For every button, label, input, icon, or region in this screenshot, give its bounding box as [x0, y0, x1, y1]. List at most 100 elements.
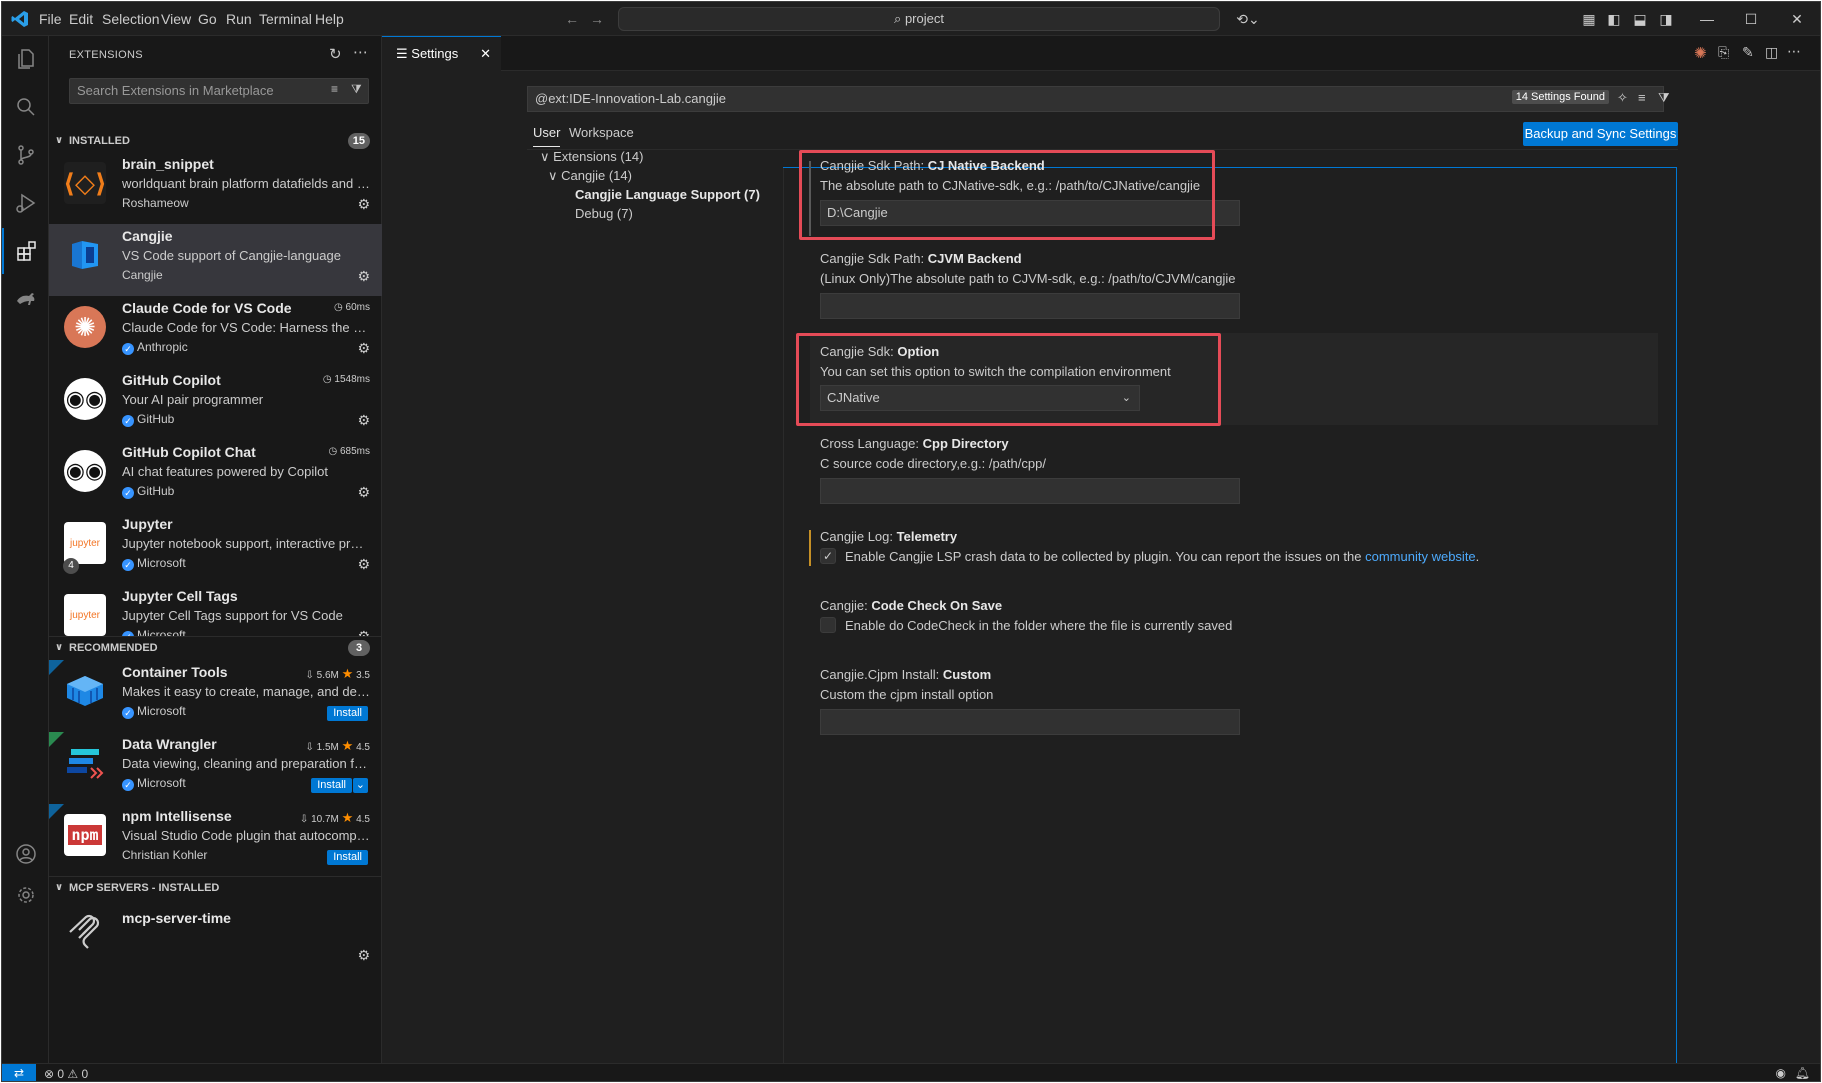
open-settings-json-icon[interactable]: ⎘: [1718, 44, 1729, 61]
list-item-jupyter[interactable]: jupyter 4 Jupyter Jupyter notebook suppo…: [49, 512, 382, 584]
manage-gear-icon[interactable]: ⚙: [357, 484, 370, 501]
menu-view[interactable]: View: [161, 11, 191, 27]
error-icon: ⊗: [44, 1067, 58, 1081]
tab-settings[interactable]: ☰ Settings ✕: [382, 36, 501, 71]
menu-run[interactable]: Run: [226, 11, 252, 27]
run-debug-icon[interactable]: [2, 180, 49, 226]
toc-cangjie[interactable]: ∨ Cangjie (14): [548, 168, 632, 184]
source-control-icon[interactable]: [2, 132, 49, 178]
recommended-star-icon: [49, 660, 64, 675]
toc-debug[interactable]: Debug (7): [575, 206, 633, 221]
toggle-secondary-sidebar-icon[interactable]: ◨: [1657, 10, 1675, 28]
manage-gear-icon[interactable]: [2, 872, 49, 918]
menu-help[interactable]: Help: [315, 11, 344, 27]
code-check-checkbox[interactable]: [820, 617, 836, 633]
forward-arrow-icon[interactable]: →: [588, 10, 606, 28]
ai-search-icon[interactable]: ✧: [1617, 90, 1628, 106]
install-dropdown-chevron-icon[interactable]: ⌄: [352, 778, 368, 793]
extension-name: mcp-server-time: [122, 910, 231, 926]
manage-gear-icon[interactable]: ⚙: [357, 947, 370, 964]
highlight-box: [796, 333, 1221, 426]
list-item-container-tools[interactable]: Container Tools ⇩ 5.6M ★ 3.5 Makes it ea…: [49, 660, 382, 732]
install-button[interactable]: Install: [327, 850, 368, 865]
copilot-icon[interactable]: ⟲⌄: [1232, 10, 1264, 28]
command-center-search[interactable]: ⌕ project: [618, 7, 1220, 31]
remote-indicator-icon[interactable]: ⇄: [2, 1064, 36, 1081]
setting-title: Cangjie.Cjpm Install: Custom: [820, 667, 992, 682]
split-editor-icon[interactable]: ◫: [1765, 44, 1778, 61]
list-item-brain-snippet[interactable]: ⟨◇⟩ brain_snippet worldquant brain platf…: [49, 152, 382, 224]
cjpm-install-input[interactable]: [820, 709, 1240, 735]
menu-go[interactable]: Go: [198, 11, 217, 27]
list-item-cangjie[interactable]: Cangjie VS Code support of Cangjie-langu…: [49, 224, 382, 296]
install-button[interactable]: Install: [311, 778, 352, 793]
manage-gear-icon[interactable]: ⚙: [357, 628, 370, 636]
list-item-jupyter-cell-tags[interactable]: jupyter Jupyter Cell Tags Jupyter Cell T…: [49, 584, 382, 636]
filter-icon[interactable]: ⧩: [351, 82, 362, 97]
installed-section-header[interactable]: ∨ INSTALLED 15: [49, 130, 382, 152]
community-website-link[interactable]: community website: [1365, 549, 1476, 564]
more-actions-icon[interactable]: ⋯: [1787, 43, 1801, 60]
setting-title: Cross Language: Cpp Directory: [820, 436, 1009, 451]
extension-name: Jupyter: [122, 516, 173, 532]
star-icon: ★: [341, 738, 354, 753]
toggle-panel-icon[interactable]: ⬓: [1631, 10, 1649, 28]
maximize-icon[interactable]: ☐: [1742, 10, 1760, 28]
customize-layout-icon[interactable]: ▦: [1580, 10, 1598, 28]
close-window-icon[interactable]: ✕: [1788, 10, 1806, 28]
toc-extensions[interactable]: ∨ Extensions (14): [540, 149, 643, 165]
extension-description: Makes it easy to create, manage, and deb…: [122, 684, 370, 699]
accounts-icon[interactable]: [2, 831, 49, 877]
back-arrow-icon[interactable]: ←: [563, 10, 581, 28]
verified-icon: ✓: [122, 779, 134, 791]
backup-sync-button[interactable]: Backup and Sync Settings: [1523, 122, 1678, 146]
extensions-search-input[interactable]: Search Extensions in Marketplace: [69, 78, 369, 104]
list-item-npm-intellisense[interactable]: npm npm Intellisense ⇩ 10.7M ★ 4.5 Visua…: [49, 804, 382, 876]
refresh-icon[interactable]: ↻: [329, 45, 342, 63]
clear-filter-icon[interactable]: ≡: [331, 82, 338, 96]
tab-user[interactable]: User: [533, 123, 561, 147]
notifications-bell-icon[interactable]: 🔔︎: [1795, 1066, 1810, 1080]
list-item-github-copilot[interactable]: ◉◉ GitHub Copilot ◷ 1548ms Your AI pair …: [49, 368, 382, 440]
claude-action-icon[interactable]: ✺: [1694, 44, 1707, 62]
manage-gear-icon[interactable]: ⚙: [357, 412, 370, 429]
manage-gear-icon[interactable]: ⚙: [357, 268, 370, 285]
copilot-status-icon[interactable]: ◉: [1776, 1066, 1786, 1080]
menu-selection[interactable]: Selection: [102, 11, 160, 27]
problems-indicator[interactable]: ⊗ 0 ⚠ 0: [44, 1067, 88, 1081]
extensions-icon[interactable]: [2, 228, 49, 274]
explorer-icon[interactable]: [2, 36, 49, 82]
menu-file[interactable]: File: [39, 11, 62, 27]
close-tab-icon[interactable]: ✕: [480, 37, 491, 71]
menu-terminal[interactable]: Terminal: [259, 11, 312, 27]
recommended-label: RECOMMENDED: [69, 642, 158, 654]
more-actions-icon[interactable]: ⋯: [353, 43, 368, 61]
cjvm-path-input[interactable]: [820, 293, 1240, 319]
search-activity-icon[interactable]: [2, 84, 49, 130]
list-item-mcp-server-time[interactable]: mcp-server-time ⚙: [49, 902, 382, 974]
list-item-data-wrangler[interactable]: Data Wrangler ⇩ 1.5M ★ 4.5 Data viewing,…: [49, 732, 382, 804]
recommended-star-icon: [49, 732, 64, 747]
vscode-window: File Edit Selection View Go Run Terminal…: [1, 1, 1821, 1082]
toggle-primary-sidebar-icon[interactable]: ◧: [1605, 10, 1623, 28]
manage-gear-icon[interactable]: ⚙: [357, 196, 370, 213]
extension-publisher: Roshameow: [122, 196, 189, 210]
clear-filter-icon[interactable]: ≡: [1638, 90, 1646, 105]
toc-cangjie-language-support[interactable]: Cangjie Language Support (7): [575, 187, 760, 202]
mcp-section-header[interactable]: ∨ MCP SERVERS - INSTALLED: [49, 876, 382, 898]
install-button[interactable]: Install: [327, 706, 368, 721]
telemetry-checkbox[interactable]: ✓: [820, 548, 836, 564]
cpp-directory-input[interactable]: [820, 478, 1240, 504]
minimize-icon[interactable]: —: [1698, 10, 1716, 28]
recommended-section-header[interactable]: ∨ RECOMMENDED 3: [49, 636, 382, 658]
tab-workspace[interactable]: Workspace: [569, 123, 634, 147]
cangjie-kangaroo-icon[interactable]: [2, 276, 49, 322]
list-item-github-copilot-chat[interactable]: ◉◉ GitHub Copilot Chat ◷ 685ms AI chat f…: [49, 440, 382, 512]
list-item-claude-code[interactable]: ✺ Claude Code for VS Code ◷ 60ms Claude …: [49, 296, 382, 368]
manage-gear-icon[interactable]: ⚙: [357, 340, 370, 357]
settings-search-input[interactable]: @ext:IDE-Innovation-Lab.cangjie: [527, 86, 1664, 112]
edit-pencil-icon[interactable]: ✎: [1742, 44, 1754, 61]
menu-edit[interactable]: Edit: [69, 11, 93, 27]
filter-icon[interactable]: ⧩: [1658, 90, 1670, 106]
manage-gear-icon[interactable]: ⚙: [357, 556, 370, 573]
